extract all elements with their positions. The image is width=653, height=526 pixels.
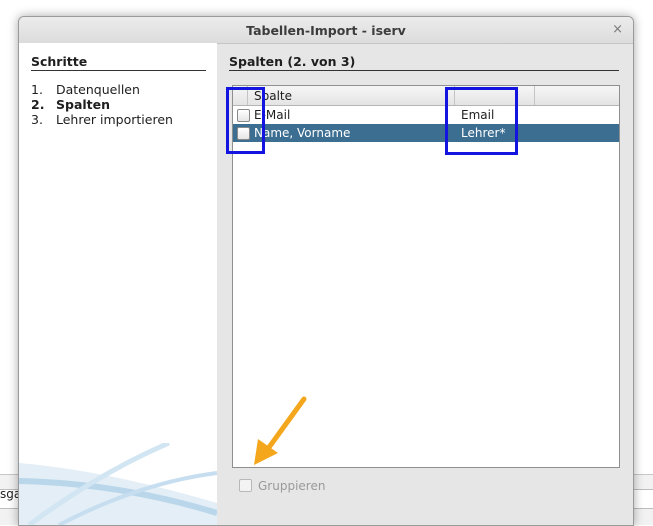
- decorative-swoosh: [19, 443, 217, 525]
- header-separator: [454, 86, 455, 105]
- import-dialog: Tabellen-Import - iserv × Schritte 1. Dat…: [18, 16, 634, 526]
- steps-list: 1. Datenquellen 2. Spalten 3. Lehrer import…: [31, 82, 173, 127]
- row-type[interactable]: Lehrer*: [461, 126, 505, 140]
- step-item: 1. Datenquellen: [31, 82, 140, 97]
- table-row-selected[interactable]: Name, Vorname Lehrer*: [233, 124, 619, 142]
- dialog-title: Tabellen-Import - iserv: [246, 23, 406, 38]
- main-header: Spalten (2. von 3): [229, 54, 619, 71]
- row-checkbox[interactable]: [237, 127, 250, 140]
- steps-panel: Schritte 1. Datenquellen 2. Spalten 3. Lehr…: [19, 43, 217, 525]
- annotation-arrow-icon: [254, 396, 307, 465]
- row-name: E-Mail: [254, 108, 291, 122]
- steps-header: Schritte: [31, 54, 206, 71]
- table-row[interactable]: E-Mail Email: [233, 106, 619, 124]
- group-checkbox[interactable]: Gruppieren: [239, 479, 325, 493]
- row-type[interactable]: Email: [461, 108, 494, 122]
- row-name: Name, Vorname: [254, 126, 351, 140]
- dialog-titlebar[interactable]: Tabellen-Import - iserv ×: [19, 17, 633, 44]
- step-item: 3. Lehrer importieren: [31, 112, 173, 127]
- step-item-active: 2. Spalten: [31, 97, 111, 112]
- table-header: Spalte: [233, 86, 619, 106]
- close-icon[interactable]: ×: [612, 22, 623, 37]
- group-label: Gruppieren: [258, 479, 326, 493]
- group-checkbox-box[interactable]: [239, 479, 252, 492]
- header-check-column[interactable]: [233, 86, 248, 105]
- header-separator: [534, 86, 535, 105]
- row-checkbox[interactable]: [237, 109, 250, 122]
- header-spalte[interactable]: Spalte: [254, 89, 292, 103]
